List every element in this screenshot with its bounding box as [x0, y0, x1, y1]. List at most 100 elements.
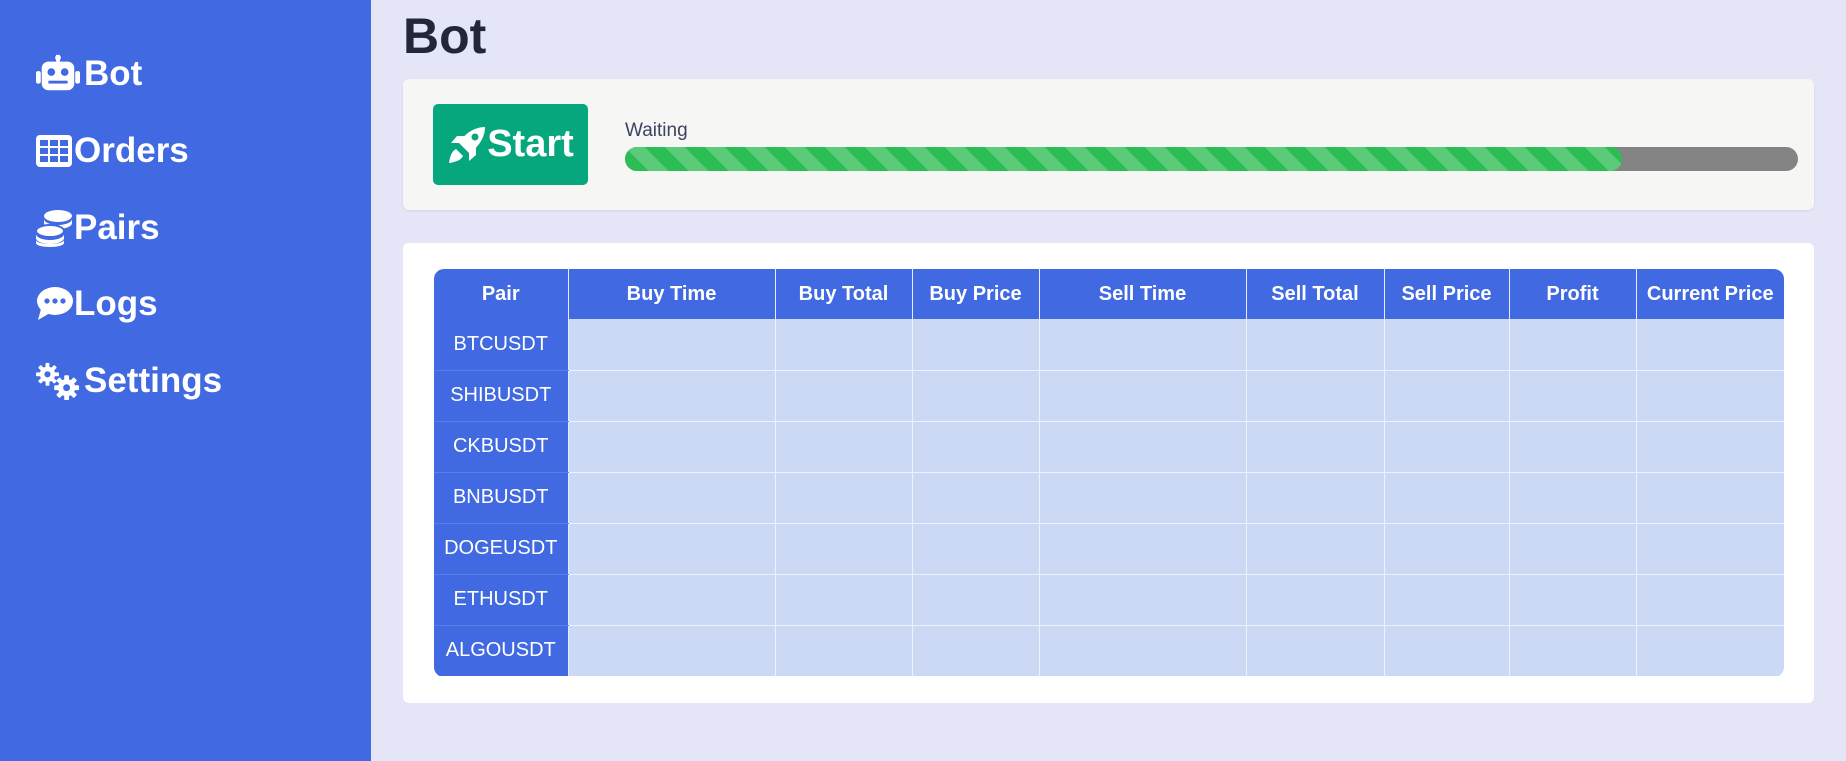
gears-icon	[36, 361, 80, 401]
table-cell	[1509, 625, 1637, 676]
table-cell	[1509, 370, 1637, 422]
table-cell	[1384, 319, 1510, 371]
sidebar: Bot Orders Pairs Logs Settings	[0, 0, 371, 761]
sidebar-item-label: Bot	[84, 54, 143, 93]
table-cell	[912, 319, 1040, 371]
table-cell	[1509, 421, 1637, 473]
table-cell	[912, 421, 1040, 473]
pair-cell: CKBUSDT	[434, 421, 569, 473]
table-cell	[568, 472, 776, 524]
column-header-sell-price: Sell Price	[1384, 269, 1510, 319]
table-cell	[1039, 523, 1247, 575]
sidebar-item-label: Orders	[74, 131, 189, 170]
column-header-profit: Profit	[1509, 269, 1637, 319]
table-cell	[1384, 625, 1510, 676]
table-cell	[1509, 574, 1637, 626]
table-cell	[775, 421, 913, 473]
table-cell	[1039, 472, 1247, 524]
table-cell	[1384, 523, 1510, 575]
sidebar-item-pairs[interactable]: Pairs	[36, 208, 160, 248]
table-cell	[1039, 370, 1247, 422]
table-cell	[1384, 574, 1510, 626]
table-cell	[1039, 421, 1247, 473]
table-row: CKBUSDT	[434, 421, 1784, 473]
table-body: BTCUSDT SHIBUSDT CKBUSDT BNBUSDT DOGEUSDT ETH…	[434, 319, 1784, 676]
table-cell	[775, 574, 913, 626]
robot-icon	[36, 54, 80, 94]
pairs-table-card: Pair Buy Time Buy Total Buy Price Sell Time S…	[403, 243, 1814, 703]
table-cell	[1636, 370, 1784, 422]
table-cell	[1384, 421, 1510, 473]
sidebar-item-bot[interactable]: Bot	[36, 54, 142, 94]
progress-bar	[625, 147, 1798, 171]
table-cell	[1636, 319, 1784, 371]
pair-cell: ALGOUSDT	[434, 625, 569, 676]
table-cell	[568, 421, 776, 473]
table-cell	[1246, 523, 1385, 575]
start-button-label: Start	[487, 123, 574, 165]
table-cell	[1246, 472, 1385, 524]
pair-cell: BTCUSDT	[434, 319, 569, 371]
pair-cell: DOGEUSDT	[434, 523, 569, 575]
table-cell	[1509, 319, 1637, 371]
table-cell	[1039, 574, 1247, 626]
table-cell	[775, 319, 913, 371]
table-row: SHIBUSDT	[434, 370, 1784, 422]
sidebar-item-orders[interactable]: Orders	[36, 131, 189, 171]
table-cell	[1384, 370, 1510, 422]
column-header-sell-total: Sell Total	[1246, 269, 1385, 319]
sidebar-item-label: Pairs	[74, 208, 160, 247]
table-cell	[912, 625, 1040, 676]
column-header-buy-price: Buy Price	[912, 269, 1040, 319]
progress-fill	[625, 147, 1623, 171]
table-cell	[568, 625, 776, 676]
sidebar-item-logs[interactable]: Logs	[36, 284, 158, 324]
table-cell	[1636, 625, 1784, 676]
table-row: BNBUSDT	[434, 472, 1784, 524]
column-header-pair: Pair	[434, 269, 569, 319]
table-cell	[1039, 319, 1247, 371]
table-cell	[1246, 421, 1385, 473]
column-header-buy-time: Buy Time	[568, 269, 776, 319]
table-cell	[1509, 523, 1637, 575]
page-title: Bot	[403, 8, 487, 64]
status-text: Waiting	[625, 120, 688, 141]
sidebar-item-label: Settings	[84, 361, 223, 400]
sidebar-item-settings[interactable]: Settings	[36, 361, 222, 401]
table-row: ETHUSDT	[434, 574, 1784, 626]
bot-control-card: Start Waiting	[403, 79, 1814, 210]
table-header-row: Pair Buy Time Buy Total Buy Price Sell Time S…	[434, 269, 1784, 319]
table-cell	[568, 319, 776, 371]
rocket-icon	[447, 125, 487, 165]
table-row: ALGOUSDT	[434, 625, 1784, 676]
table-cell	[775, 625, 913, 676]
pair-cell: SHIBUSDT	[434, 370, 569, 422]
table-cell	[775, 472, 913, 524]
column-header-current-price: Current Price	[1636, 269, 1784, 319]
pair-cell: BNBUSDT	[434, 472, 569, 524]
column-header-sell-time: Sell Time	[1039, 269, 1247, 319]
table-cell	[1384, 472, 1510, 524]
table-cell	[912, 523, 1040, 575]
table-cell	[775, 523, 913, 575]
table-cell	[568, 574, 776, 626]
table-cell	[568, 370, 776, 422]
pairs-table: Pair Buy Time Buy Total Buy Price Sell Time S…	[434, 269, 1784, 676]
table-cell	[1246, 625, 1385, 676]
pairs-table-wrapper: Pair Buy Time Buy Total Buy Price Sell Time S…	[434, 269, 1784, 677]
table-row: DOGEUSDT	[434, 523, 1784, 575]
table-cell	[912, 370, 1040, 422]
table-cell	[1246, 574, 1385, 626]
table-cell	[1246, 319, 1385, 371]
table-cell	[568, 523, 776, 575]
table-cell	[1636, 472, 1784, 524]
table-cell	[1509, 472, 1637, 524]
start-button[interactable]: Start	[433, 104, 588, 185]
table-cell	[1636, 574, 1784, 626]
pair-cell: ETHUSDT	[434, 574, 569, 626]
table-cell	[1636, 523, 1784, 575]
table-cell	[1039, 625, 1247, 676]
table-row: BTCUSDT	[434, 319, 1784, 371]
table-cell	[912, 472, 1040, 524]
column-header-buy-total: Buy Total	[775, 269, 913, 319]
